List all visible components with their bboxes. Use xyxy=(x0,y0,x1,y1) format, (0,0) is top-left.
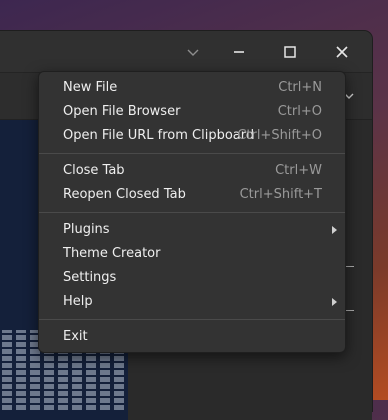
maximize-icon xyxy=(284,46,296,58)
menu-item-label: Reopen Closed Tab xyxy=(63,187,186,202)
close-button[interactable] xyxy=(330,40,354,64)
title-bar xyxy=(0,31,372,73)
menu-item-label: Exit xyxy=(63,329,88,344)
menu-item-plugins[interactable]: Plugins xyxy=(39,218,345,242)
menu-item-shortcut: Ctrl+W xyxy=(275,163,322,178)
menu-item-reopen-closed-tab[interactable]: Reopen Closed Tab Ctrl+Shift+T xyxy=(39,183,345,207)
menu-item-theme-creator[interactable]: Theme Creator xyxy=(39,242,345,266)
menu-item-help[interactable]: Help xyxy=(39,290,345,314)
minimize-icon xyxy=(234,51,244,53)
menu-separator xyxy=(39,212,345,213)
chevron-down-icon[interactable] xyxy=(181,40,205,64)
menu-item-open-file-browser[interactable]: Open File Browser Ctrl+O xyxy=(39,100,345,124)
menu-item-label: Open File Browser xyxy=(63,104,181,119)
menu-item-label: Help xyxy=(63,294,93,309)
menu-item-shortcut: Ctrl+O xyxy=(277,104,322,119)
menu-item-shortcut: Ctrl+N xyxy=(278,80,322,95)
submenu-arrow-icon xyxy=(332,226,337,234)
maximize-button[interactable] xyxy=(278,40,302,64)
menu-item-label: New File xyxy=(63,80,118,95)
menu-item-label: Open File URL from Clipboard xyxy=(63,128,255,143)
menu-item-label: Close Tab xyxy=(63,163,125,178)
menu-item-close-tab[interactable]: Close Tab Ctrl+W xyxy=(39,159,345,183)
menu-item-exit[interactable]: Exit xyxy=(39,325,345,349)
app-menu: New File Ctrl+N Open File Browser Ctrl+O… xyxy=(38,71,346,353)
menu-item-settings[interactable]: Settings xyxy=(39,266,345,290)
minimize-button[interactable] xyxy=(227,40,251,64)
menu-item-open-file-url[interactable]: Open File URL from Clipboard Ctrl+Shift+… xyxy=(39,124,345,148)
menu-item-label: Theme Creator xyxy=(63,246,161,261)
submenu-arrow-icon xyxy=(332,298,337,306)
close-icon xyxy=(336,46,348,58)
menu-separator xyxy=(39,319,345,320)
menu-item-shortcut: Ctrl+Shift+O xyxy=(237,128,322,143)
menu-separator xyxy=(39,153,345,154)
menu-item-new-file[interactable]: New File Ctrl+N xyxy=(39,76,345,100)
menu-item-label: Settings xyxy=(63,270,117,285)
menu-item-shortcut: Ctrl+Shift+T xyxy=(239,187,322,202)
menu-item-label: Plugins xyxy=(63,222,110,237)
